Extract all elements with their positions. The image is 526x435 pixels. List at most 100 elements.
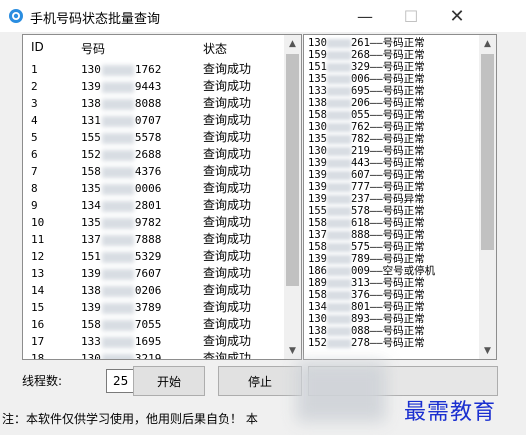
scroll-up-icon[interactable]: ▲ [284,35,301,52]
number-suffix: 0006 [134,182,162,195]
log-prefix: 158 [308,241,327,253]
table-row[interactable]: 2 139 9443 查询成功 [23,78,283,95]
log-result: 578——号码正常 [350,205,425,217]
redacted-digits [326,122,351,132]
redacted-digits [101,64,134,76]
log-prefix: 130 [308,121,327,133]
number-suffix: 0707 [134,114,162,127]
row-number: 152 2688 [81,146,161,163]
log-prefix: 138 [308,325,327,337]
row-number: 158 4376 [81,163,161,180]
log-result: 278——号码正常 [350,337,425,349]
row-number: 139 3789 [81,299,161,316]
scroll-thumb[interactable] [286,54,299,286]
table-row[interactable]: 13 139 7607 查询成功 [23,265,283,282]
table-row[interactable]: 1 130 1762 查询成功 [23,61,283,78]
table-row[interactable]: 14 138 0206 查询成功 [23,282,283,299]
column-header-status[interactable]: 状态 [203,40,227,57]
redacted-digits [326,302,351,312]
log-result: 607——号码正常 [350,169,425,181]
log-result: 789——号码正常 [350,253,425,265]
redacted-digits [326,134,351,144]
row-number: 137 7888 [81,231,161,248]
row-status: 查询成功 [203,232,252,246]
close-button[interactable]: ✕ [434,0,480,32]
row-status: 查询成功 [203,181,252,195]
table-scrollbar[interactable]: ▲ ▼ [284,35,301,359]
table-row[interactable]: 3 138 8088 查询成功 [23,95,283,112]
log-result: 219——号码正常 [350,145,425,157]
number-suffix: 9782 [134,216,162,229]
row-number: 130 1762 [81,61,161,78]
obscured-area [296,362,386,422]
log-scrollbar[interactable]: ▲ ▼ [479,35,496,359]
table-row[interactable]: 6 152 2688 查询成功 [23,146,283,163]
result-table[interactable]: ID 号码 状态 1 130 1762 查询成功 2 139 9443 查询成功 3 138 808… [22,34,302,360]
table-row[interactable]: 16 158 7055 查询成功 [23,316,283,333]
log-panel[interactable]: 130 261——号码正常 159 268——号码正常 151 329——号码正常 135 0… [303,34,497,360]
redacted-digits [326,62,351,72]
log-line: 130 261——号码正常 [308,37,478,49]
log-result: 762——号码正常 [350,121,425,133]
log-result: 782——号码正常 [350,133,425,145]
scroll-up-icon[interactable]: ▲ [479,35,496,52]
table-row[interactable]: 11 137 7888 查询成功 [23,231,283,248]
number-prefix: 134 [81,199,101,212]
row-id: 3 [31,97,38,110]
table-row[interactable]: 15 139 3789 查询成功 [23,299,283,316]
redacted-digits [326,50,351,60]
start-button[interactable]: 开始 [133,366,205,396]
table-row[interactable]: 8 135 0006 查询成功 [23,180,283,197]
close-icon: ✕ [449,5,465,27]
number-suffix: 8088 [134,97,162,110]
log-line: 130 762——号码正常 [308,121,478,133]
table-row[interactable]: 17 133 1695 查询成功 [23,333,283,350]
redacted-digits [326,110,351,120]
log-prefix: 135 [308,133,327,145]
row-number: 139 9443 [81,78,161,95]
log-prefix: 134 [308,301,327,313]
scroll-down-icon[interactable]: ▼ [479,342,496,359]
log-line: 152 278——号码正常 [308,337,478,349]
redacted-digits [326,218,351,228]
row-number: 135 0006 [81,180,161,197]
number-prefix: 131 [81,114,101,127]
row-status: 查询成功 [203,317,252,331]
table-row[interactable]: 9 134 2801 查询成功 [23,197,283,214]
scroll-thumb[interactable] [481,54,494,250]
log-prefix: 139 [308,169,327,181]
redacted-digits [326,170,351,180]
row-id: 8 [31,182,38,195]
redacted-digits [326,206,351,216]
table-row[interactable]: 18 130 3219 查询成功 [23,350,283,359]
redacted-digits [101,200,134,212]
redacted-digits [326,290,351,300]
number-suffix: 2801 [134,199,162,212]
log-result: 206——号码正常 [350,97,425,109]
log-prefix: 133 [308,85,327,97]
number-prefix: 158 [81,318,101,331]
redacted-digits [326,326,351,336]
row-id: 4 [31,114,38,127]
scroll-down-icon[interactable]: ▼ [284,342,301,359]
table-row[interactable]: 7 158 4376 查询成功 [23,163,283,180]
table-row[interactable]: 5 155 5578 查询成功 [23,129,283,146]
log-result: 888——号码正常 [350,229,425,241]
column-header-number[interactable]: 号码 [81,40,105,57]
row-number: 139 7607 [81,265,161,282]
table-row[interactable]: 12 151 5329 查询成功 [23,248,283,265]
row-status: 查询成功 [203,198,252,212]
stop-button[interactable]: 停止 [218,366,302,396]
row-id: 15 [31,301,45,314]
row-status: 查询成功 [203,130,252,144]
table-row[interactable]: 10 135 9782 查询成功 [23,214,283,231]
table-row[interactable]: 4 131 0707 查询成功 [23,112,283,129]
redacted-digits [101,285,134,297]
log-prefix: 158 [308,109,327,121]
column-header-id[interactable]: ID [31,40,44,54]
maximize-button[interactable]: ☐ [388,0,434,32]
row-id: 11 [31,233,45,246]
minimize-button[interactable]: — [342,0,388,32]
log-prefix: 158 [308,217,327,229]
redacted-digits [326,38,351,48]
